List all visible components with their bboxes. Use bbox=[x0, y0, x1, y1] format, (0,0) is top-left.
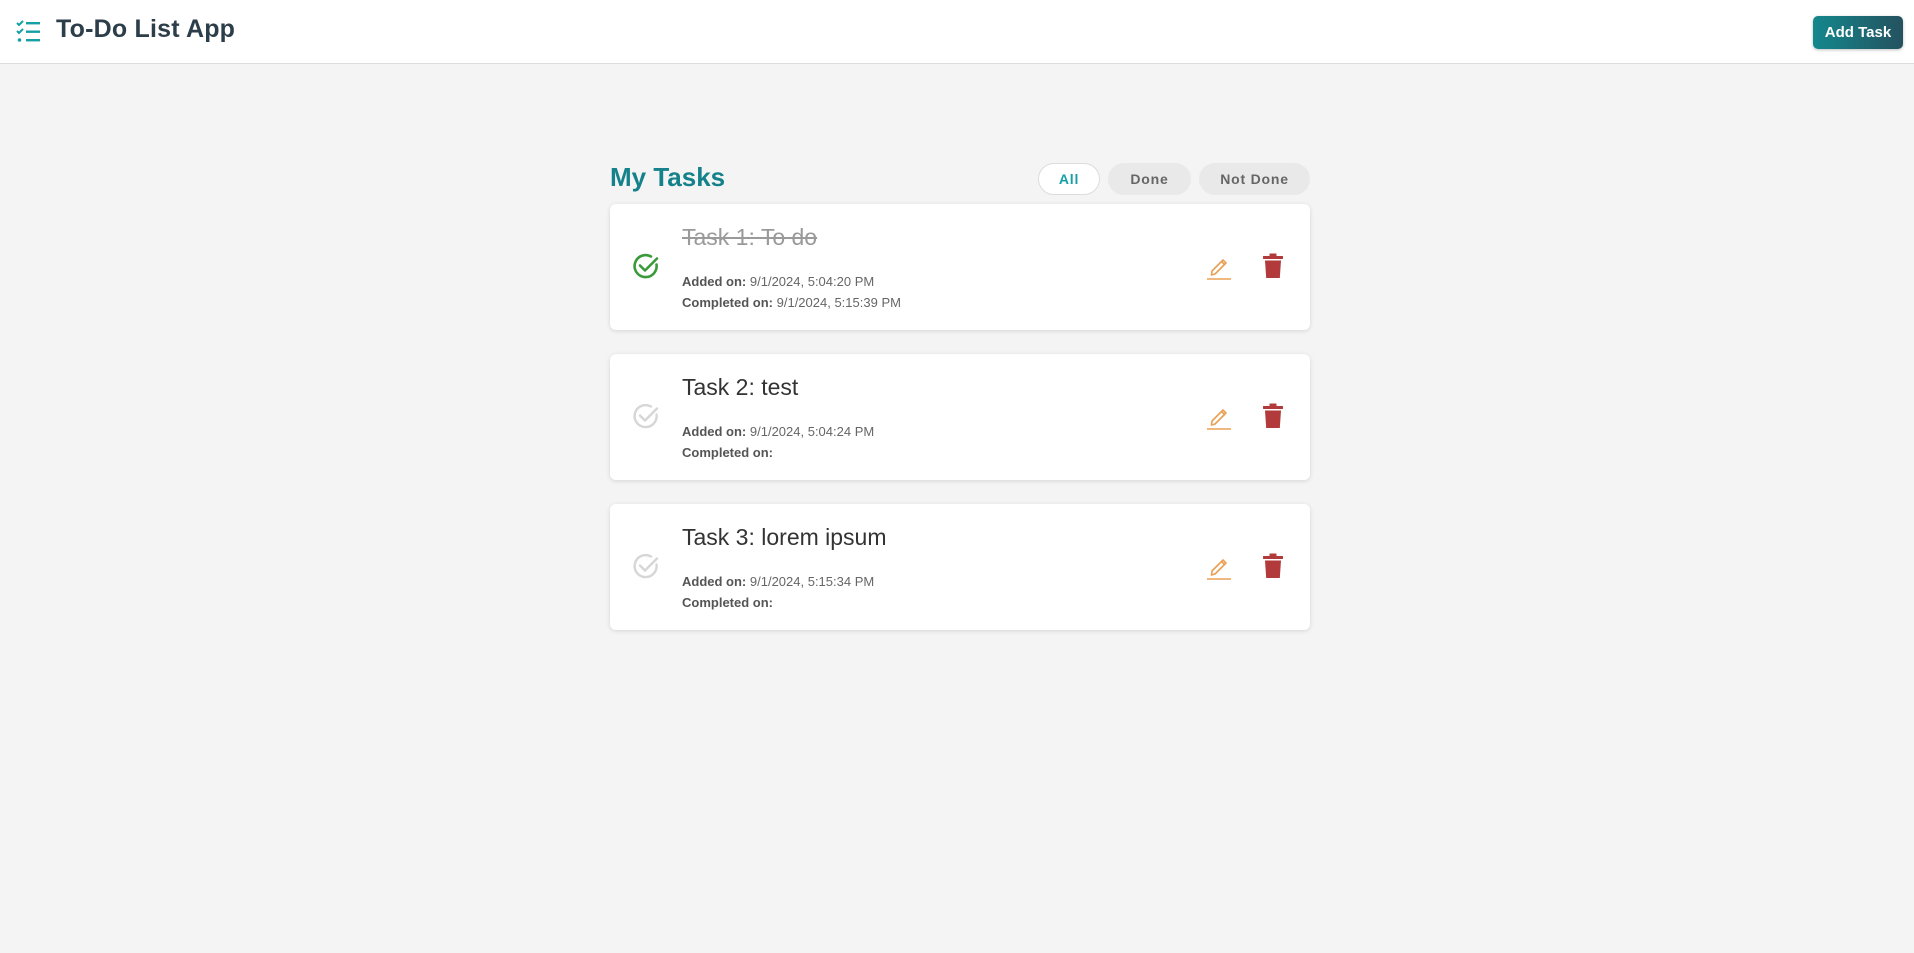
trash-icon[interactable] bbox=[1262, 553, 1284, 579]
added-label: Added on: bbox=[682, 274, 747, 289]
added-value: 9/1/2024, 5:04:24 PM bbox=[749, 424, 875, 439]
filter-all-button[interactable]: All bbox=[1038, 163, 1100, 195]
pencil-icon[interactable] bbox=[1204, 551, 1234, 581]
task-card: Task 3: lorem ipsum Added on: 9/1/2024, … bbox=[610, 504, 1310, 630]
task-completed-date: Completed on: 9/1/2024, 5:15:39 PM bbox=[682, 295, 901, 310]
task-title: Task 2: test bbox=[682, 374, 799, 400]
filter-not-done-button[interactable]: Not Done bbox=[1199, 163, 1310, 195]
check-circle-icon[interactable] bbox=[632, 402, 660, 430]
task-card: Task 2: test Added on: 9/1/2024, 5:04:24… bbox=[610, 354, 1310, 480]
trash-icon[interactable] bbox=[1262, 403, 1284, 429]
completed-value: 9/1/2024, 5:15:39 PM bbox=[776, 295, 901, 310]
checklist-icon bbox=[16, 20, 40, 42]
task-completed-date: Completed on: bbox=[682, 595, 773, 610]
task-added-date: Added on: 9/1/2024, 5:15:34 PM bbox=[682, 574, 874, 589]
check-circle-icon[interactable] bbox=[632, 252, 660, 280]
completed-label: Completed on: bbox=[682, 445, 773, 460]
added-label: Added on: bbox=[682, 574, 747, 589]
task-added-date: Added on: 9/1/2024, 5:04:24 PM bbox=[682, 424, 874, 439]
added-value: 9/1/2024, 5:04:20 PM bbox=[749, 274, 875, 289]
added-label: Added on: bbox=[682, 424, 747, 439]
pencil-icon[interactable] bbox=[1204, 251, 1234, 281]
trash-icon[interactable] bbox=[1262, 253, 1284, 279]
completed-label: Completed on: bbox=[682, 595, 773, 610]
top-navbar: To-Do List App Add Task bbox=[0, 0, 1914, 64]
task-title: Task 1: To do bbox=[682, 224, 818, 250]
add-task-button[interactable]: Add Task bbox=[1813, 16, 1903, 49]
completed-label: Completed on: bbox=[682, 295, 773, 310]
task-completed-date: Completed on: bbox=[682, 445, 773, 460]
task-added-date: Added on: 9/1/2024, 5:04:20 PM bbox=[682, 274, 874, 289]
task-title: Task 3: lorem ipsum bbox=[682, 524, 887, 550]
page-title: My Tasks bbox=[610, 162, 726, 192]
filter-done-button[interactable]: Done bbox=[1108, 163, 1191, 195]
added-value: 9/1/2024, 5:15:34 PM bbox=[749, 574, 875, 589]
task-card: Task 1: To do Added on: 9/1/2024, 5:04:2… bbox=[610, 204, 1310, 330]
pencil-icon[interactable] bbox=[1204, 401, 1234, 431]
check-circle-icon[interactable] bbox=[632, 552, 660, 580]
app-title: To-Do List App bbox=[56, 15, 236, 43]
